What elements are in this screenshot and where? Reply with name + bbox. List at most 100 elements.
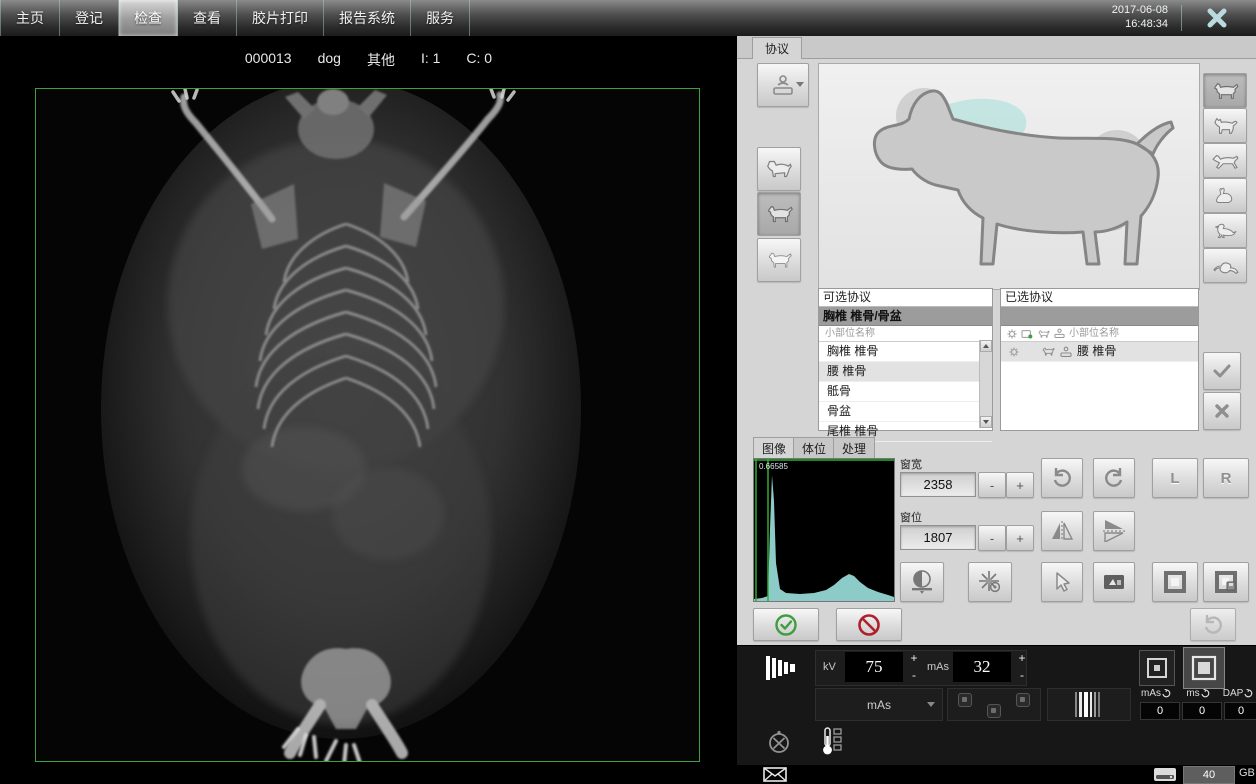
dog-size-medium-button[interactable] <box>757 192 801 236</box>
selected-protocol-row[interactable]: 腰 椎骨 <box>1001 342 1198 362</box>
radiograph-image[interactable] <box>35 88 700 762</box>
focal-spot-small-button[interactable] <box>1139 650 1175 686</box>
window-width-minus-button[interactable]: - <box>978 472 1006 498</box>
dog-xray-graphic <box>36 89 699 761</box>
species-horse-button[interactable] <box>1203 143 1247 178</box>
available-protocols-title: 可选协议 <box>819 289 992 307</box>
horse-icon <box>1210 150 1240 172</box>
kv-plus-button[interactable]: + <box>905 650 923 665</box>
available-list-scrollbar[interactable] <box>979 340 992 428</box>
menu-item-exam[interactable]: 检查 <box>119 0 178 36</box>
tab-protocol[interactable]: 协议 <box>752 37 802 59</box>
save-icon <box>1214 570 1238 594</box>
available-column-header: 小部位名称 <box>819 326 992 342</box>
protocol-item-pelvis[interactable]: 骨盆 <box>819 402 992 422</box>
annotation-icon <box>1102 572 1126 592</box>
menu-item-register[interactable]: 登记 <box>60 0 119 36</box>
kv-minus-button[interactable]: - <box>905 667 923 682</box>
mas-gauge-label: mAs <box>1136 688 1176 699</box>
window-level-plus-button[interactable]: + <box>1006 525 1034 551</box>
species-bird-button[interactable] <box>1203 213 1247 248</box>
save-image-button[interactable] <box>1203 562 1249 602</box>
ms-gauge-value: 0 <box>1182 702 1222 720</box>
window-width-label: 窗宽 <box>900 456 922 472</box>
rotate-ccw-button[interactable] <box>1041 458 1083 498</box>
reject-image-button[interactable] <box>836 608 902 641</box>
table-mini-icon <box>1054 328 1065 339</box>
window-level-label: 窗位 <box>900 509 922 525</box>
anatomy-diagram[interactable] <box>818 63 1200 290</box>
reset-icon <box>1202 614 1224 636</box>
menu-item-service[interactable]: 服务 <box>411 0 470 36</box>
remove-protocol-button[interactable] <box>1203 392 1241 430</box>
species-reptile-button[interactable] <box>1203 248 1247 283</box>
disk-icon <box>1153 767 1177 782</box>
menu-item-report-system[interactable]: 报告系统 <box>324 0 411 36</box>
reset-button[interactable] <box>1190 608 1236 641</box>
window-level-minus-button[interactable]: - <box>978 525 1006 551</box>
accept-image-button[interactable] <box>753 608 819 641</box>
border-view-button[interactable] <box>1152 562 1198 602</box>
window-level-value[interactable]: 1807 <box>900 525 976 550</box>
tab-processing[interactable]: 处理 <box>833 437 875 459</box>
topbar-separator <box>1181 5 1182 31</box>
window-width-value[interactable]: 2358 <box>900 472 976 497</box>
patient-position-button[interactable] <box>757 63 809 107</box>
image-index: I: 1 <box>421 50 440 70</box>
marker-right-button[interactable]: R <box>1203 458 1249 498</box>
reject-icon <box>857 613 881 637</box>
pointer-tool-button[interactable] <box>1041 562 1083 602</box>
gear-icon <box>1007 329 1017 339</box>
scroll-down-icon[interactable] <box>980 416 992 428</box>
flip-horizontal-icon <box>1050 520 1074 542</box>
tab-position[interactable]: 体位 <box>793 437 835 459</box>
rotate-cw-button[interactable] <box>1093 458 1135 498</box>
message-envelope-icon[interactable] <box>763 767 787 782</box>
tab-image[interactable]: 图像 <box>753 437 795 459</box>
protocol-group-header[interactable]: 胸椎 椎骨/骨盆 <box>819 307 992 326</box>
exposure-mode-dropdown[interactable]: mAs <box>815 688 943 721</box>
kv-label: kV <box>823 661 836 673</box>
rotate-ccw-icon <box>1051 467 1073 489</box>
protocol-item-sacrum[interactable]: 骶骨 <box>819 382 992 402</box>
aec-chamber-right-button[interactable] <box>1016 693 1030 707</box>
enhance-button[interactable] <box>968 562 1012 602</box>
acquisition-icon <box>1021 329 1033 339</box>
species-cat-button[interactable] <box>1203 108 1247 143</box>
contrast-button[interactable] <box>900 562 944 602</box>
confirm-protocol-button[interactable] <box>1203 352 1241 390</box>
selected-group-bar <box>1001 307 1198 326</box>
close-button[interactable] <box>1196 4 1238 32</box>
image-viewer[interactable]: 000013 dog 其他 I: 1 C: 0 <box>0 36 737 765</box>
ms-gauge-label: ms <box>1178 688 1218 699</box>
aec-chamber-center-button[interactable] <box>987 704 1001 718</box>
menu-item-home[interactable]: 主页 <box>0 0 60 36</box>
dog-size-small-button[interactable] <box>757 238 801 282</box>
species-rabbit-button[interactable] <box>1203 178 1247 213</box>
cursor-icon <box>1052 571 1072 593</box>
histogram[interactable]: 0.66585 <box>753 458 895 602</box>
protocol-item-thoracic[interactable]: 胸椎 椎骨 <box>819 342 992 362</box>
dog-size-large-button[interactable] <box>757 147 801 191</box>
scroll-up-icon[interactable] <box>980 340 992 352</box>
flip-vertical-icon <box>1102 520 1126 542</box>
annotation-tool-button[interactable] <box>1093 562 1135 602</box>
accept-icon <box>774 613 798 637</box>
species-dog-button[interactable] <box>1203 73 1247 108</box>
status-bar: 40 GB <box>0 765 1256 784</box>
mas-plus-button[interactable]: + <box>1013 650 1031 665</box>
mas-minus-button[interactable]: - <box>1013 667 1031 682</box>
patient-id: 000013 <box>245 50 292 70</box>
focal-spot-large-button[interactable] <box>1183 647 1225 689</box>
flip-vertical-button[interactable] <box>1093 511 1135 551</box>
exposure-mode-value: mAs <box>867 698 891 712</box>
menu-item-view[interactable]: 查看 <box>178 0 237 36</box>
window-width-plus-button[interactable]: + <box>1006 472 1034 498</box>
dog-mini-icon <box>1037 329 1050 339</box>
aec-chamber-left-button[interactable] <box>958 693 972 707</box>
marker-left-button[interactable]: L <box>1152 458 1198 498</box>
density-selector[interactable] <box>1047 688 1131 721</box>
flip-horizontal-button[interactable] <box>1041 511 1083 551</box>
protocol-item-lumbar[interactable]: 腰 椎骨 <box>819 362 992 382</box>
menu-item-film-print[interactable]: 胶片打印 <box>237 0 324 36</box>
